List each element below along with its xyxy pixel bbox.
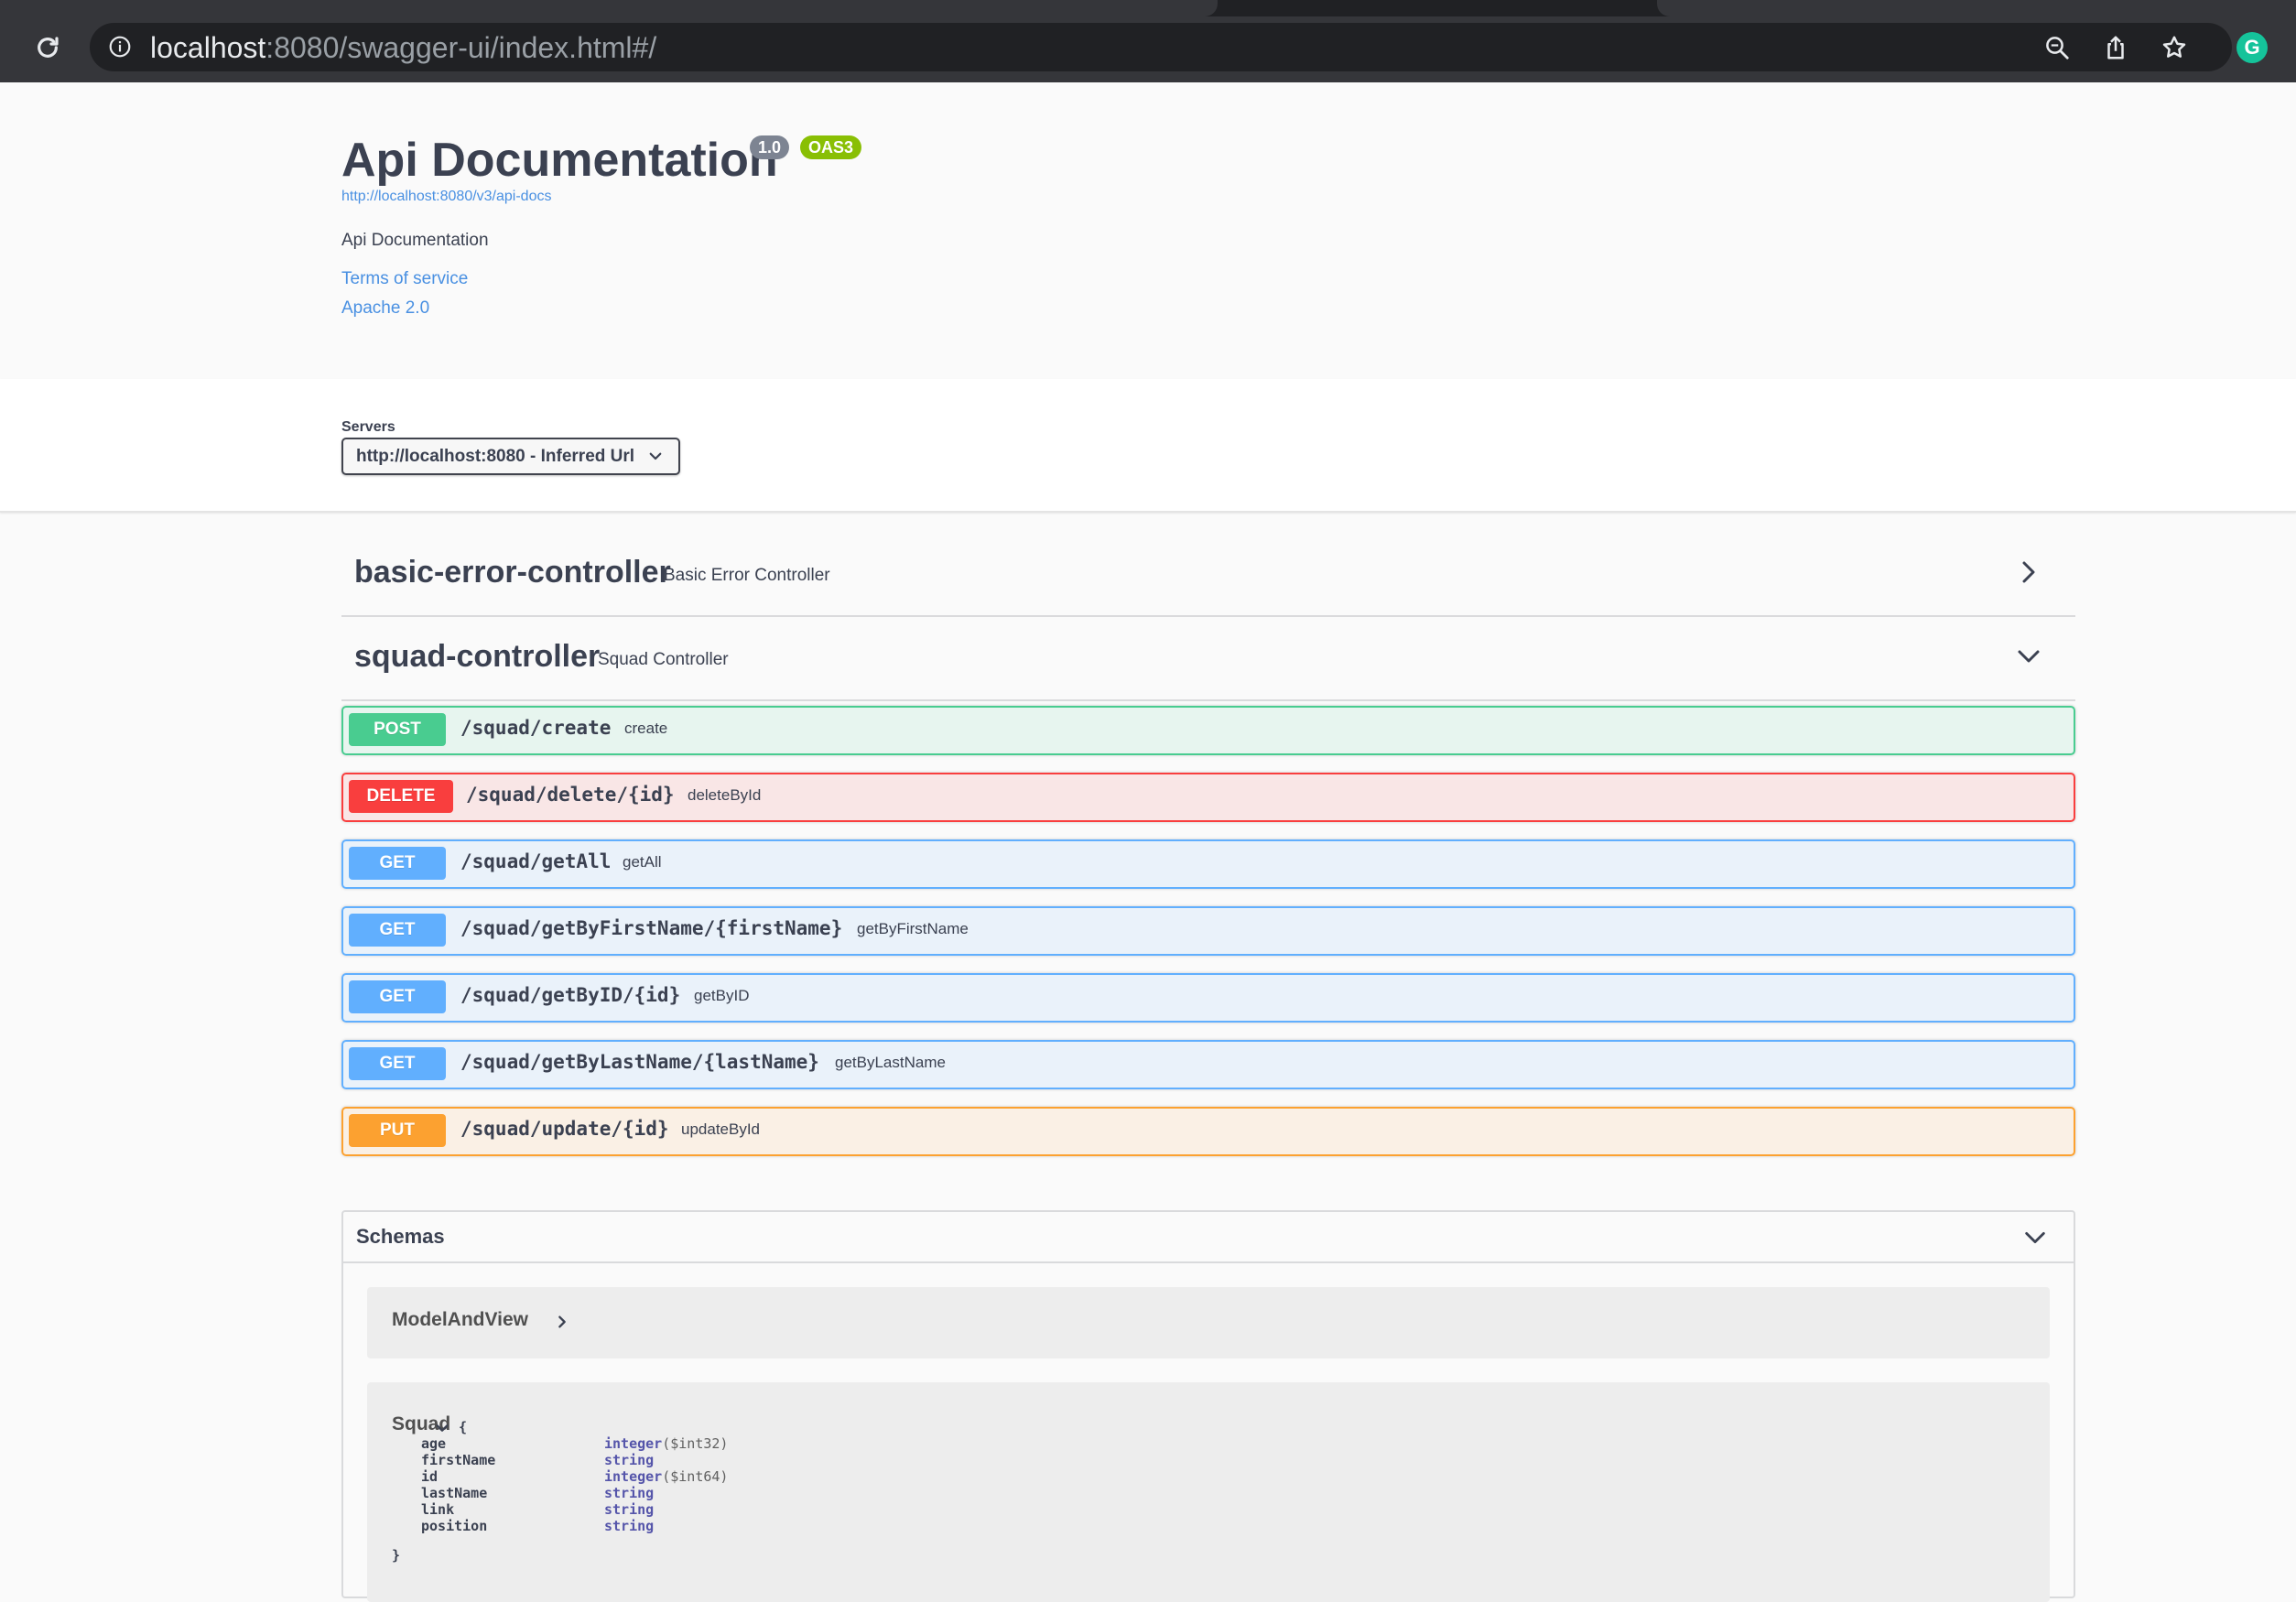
schemas-section: Schemas ModelAndView Squad { age integer… (341, 1210, 2075, 1602)
servers-label: Servers (341, 419, 395, 435)
operation-get-by-last-name[interactable]: GET /squad/getByLastName/{lastName} getB… (341, 1040, 2075, 1089)
operation-post-create[interactable]: POST /squad/create create (341, 706, 2075, 755)
property-type: string (604, 1452, 655, 1468)
operation-path: /squad/getByLastName/{lastName} (460, 1051, 819, 1073)
method-badge: GET (349, 980, 446, 1013)
property-type: string (604, 1518, 655, 1534)
operation-put-update-by-id[interactable]: PUT /squad/update/{id} updateById (341, 1107, 2075, 1156)
bookmark-button[interactable] (2159, 32, 2190, 63)
tag-description: Squad Controller (598, 650, 729, 669)
operation-path: /squad/delete/{id} (466, 784, 675, 806)
chevron-right-icon[interactable] (2015, 558, 2042, 586)
model-squad[interactable]: Squad { age integer($int32) firstName st… (367, 1382, 2050, 1602)
model-name: ModelAndView (392, 1309, 528, 1330)
method-badge: DELETE (349, 780, 453, 813)
api-docs-link[interactable]: http://localhost:8080/v3/api-docs (341, 189, 551, 205)
tag-name: squad-controller (354, 639, 601, 674)
operation-summary: create (624, 720, 668, 737)
model-modelandview[interactable]: ModelAndView (367, 1287, 2050, 1358)
chevron-down-icon (649, 452, 662, 460)
method-badge: GET (349, 847, 446, 880)
version-badge: 1.0 (750, 135, 790, 159)
license-link[interactable]: Apache 2.0 (341, 298, 429, 319)
property-format: ($int64) (662, 1468, 729, 1485)
method-badge: GET (349, 1047, 446, 1080)
servers-selected-value: http://localhost:8080 - Inferred Url (356, 447, 635, 466)
zoom-button[interactable] (2041, 32, 2073, 63)
reload-button[interactable] (27, 27, 68, 68)
method-badge: PUT (349, 1114, 446, 1147)
browser-toolbar: localhost:8080/swagger-ui/index.html#/ G (0, 0, 2296, 82)
oas-badge: OAS3 (800, 135, 862, 159)
star-icon (2162, 36, 2186, 58)
servers-select[interactable]: http://localhost:8080 - Inferred Url (341, 438, 680, 475)
schemas-title: Schemas (356, 1225, 445, 1248)
property-name: age (421, 1435, 447, 1452)
operation-path: /squad/update/{id} (460, 1118, 669, 1140)
property-name: firstName (421, 1452, 496, 1468)
share-button[interactable] (2100, 32, 2131, 63)
operation-summary: deleteById (688, 786, 762, 804)
operation-delete-by-id[interactable]: DELETE /squad/delete/{id} deleteById (341, 773, 2075, 822)
operation-get-by-first-name[interactable]: GET /squad/getByFirstName/{firstName} ge… (341, 906, 2075, 956)
property-type: integer($int64) (604, 1468, 729, 1485)
browser-tab[interactable] (1657, 0, 2296, 16)
schemas-header[interactable]: Schemas (343, 1212, 2074, 1263)
property-type: string (604, 1501, 655, 1518)
reload-icon (38, 37, 59, 58)
operation-path: /squad/getByID/{id} (460, 984, 681, 1006)
property-name: id (421, 1468, 439, 1485)
servers-section: Servers http://localhost:8080 - Inferred… (0, 379, 2296, 513)
grammarly-extension-icon[interactable]: G (2236, 32, 2268, 63)
property-type: integer($int32) (604, 1435, 729, 1452)
operation-summary: getByLastName (835, 1054, 946, 1071)
tag-basic-error-controller[interactable]: basic-error-controller Basic Error Contr… (341, 531, 2075, 617)
property-name: link (421, 1501, 455, 1518)
tag-name: basic-error-controller (354, 555, 671, 590)
share-icon (2107, 36, 2124, 60)
terms-of-service-link[interactable]: Terms of service (341, 269, 468, 289)
tag-squad-controller[interactable]: squad-controller Squad Controller (341, 615, 2075, 701)
open-brace: { (459, 1419, 468, 1435)
api-description: Api Documentation (341, 231, 489, 250)
chevron-down-icon[interactable] (435, 1421, 449, 1435)
url-text[interactable]: localhost:8080/swagger-ui/index.html#/ (150, 31, 656, 64)
chevron-down-icon[interactable] (2022, 1225, 2048, 1250)
chevron-right-icon[interactable] (555, 1315, 569, 1329)
zoom-icon (2046, 37, 2069, 60)
property-name: lastName (421, 1485, 488, 1501)
property-name: position (421, 1518, 488, 1534)
method-badge: GET (349, 914, 446, 947)
address-bar[interactable]: localhost:8080/swagger-ui/index.html#/ (90, 23, 2232, 71)
tag-description: Basic Error Controller (664, 566, 830, 585)
property-type: string (604, 1485, 655, 1501)
method-badge: POST (349, 713, 446, 746)
operation-get-all[interactable]: GET /squad/getAll getAll (341, 839, 2075, 889)
page-title: Api Documentation (341, 134, 778, 187)
operation-path: /squad/getAll (460, 850, 612, 872)
url-host: localhost (150, 31, 266, 64)
operation-summary: getByFirstName (857, 920, 969, 937)
operation-summary: updateById (681, 1120, 761, 1138)
api-info: Api Documentation 1.0 OAS3 http://localh… (0, 82, 2296, 379)
url-path: :8080/swagger-ui/index.html#/ (265, 31, 657, 64)
site-info-icon[interactable] (108, 35, 132, 59)
operation-path: /squad/create (460, 717, 612, 739)
operation-get-by-id[interactable]: GET /squad/getByID/{id} getByID (341, 973, 2075, 1023)
browser-tab[interactable] (0, 0, 1218, 16)
close-brace: } (392, 1547, 401, 1564)
property-format: ($int32) (662, 1435, 729, 1452)
tab-strip (0, 0, 2296, 16)
operation-summary: getAll (623, 853, 662, 871)
operation-path: /squad/getByFirstName/{firstName} (460, 917, 843, 939)
operation-summary: getByID (694, 987, 750, 1004)
chevron-down-icon[interactable] (2015, 643, 2042, 670)
